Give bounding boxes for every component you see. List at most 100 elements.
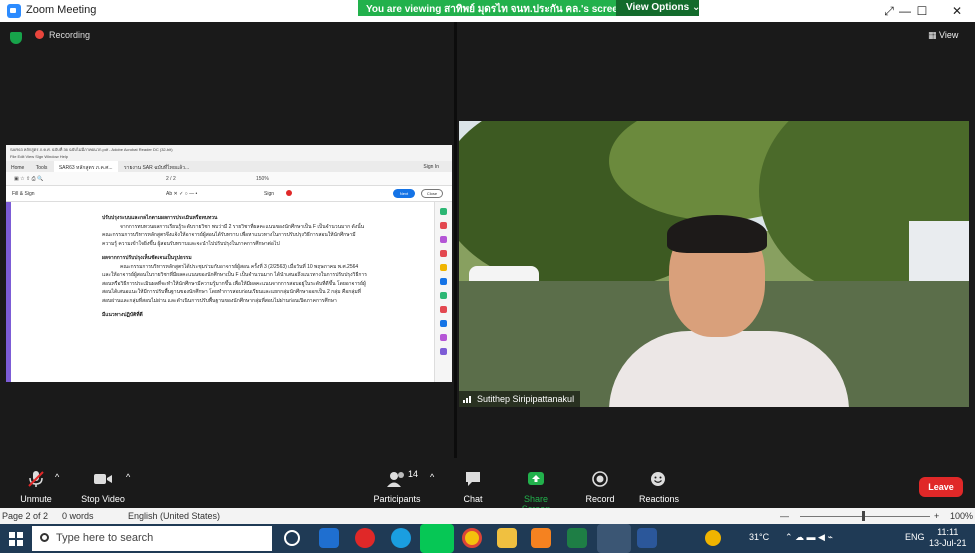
rail-sign-icon <box>440 348 447 355</box>
security-shield-icon[interactable] <box>10 32 22 44</box>
caret-up-icon: ^ <box>430 472 435 482</box>
doc-paragraph-1: จากการทบทวนผลการเรียนรู้ระดับรายวิชา พบว… <box>102 223 365 247</box>
participants-options-caret[interactable]: ^ <box>430 472 434 482</box>
rail-redact-icon <box>440 306 447 313</box>
word-icon[interactable] <box>637 528 657 548</box>
video-person-hair <box>667 215 767 253</box>
close-button[interactable]: ✕ <box>940 0 974 22</box>
zoom-app-icon <box>7 4 21 18</box>
rail-fill-icon <box>440 334 447 341</box>
word-status-bar: Page 2 of 2 0 words English (United Stat… <box>0 508 975 524</box>
color-dot-icon <box>286 190 292 196</box>
doc-heading-1: ปรับปรุงระบบและกลไกตามผลการประเมินหรือทบ… <box>102 215 218 221</box>
acrobat-left-accent <box>6 202 11 382</box>
doc-paragraph-2: คณะกรรมการบริหารหลักสูตรได้ประชุมร่วมกับ… <box>102 263 367 304</box>
view-options-button[interactable]: View Options ⌄ <box>616 0 700 16</box>
window-title: Zoom Meeting <box>26 4 97 16</box>
caret-up-icon: ^ <box>55 472 60 482</box>
reactions-button[interactable]: Reactions <box>639 470 680 504</box>
record-button[interactable]: Record <box>585 470 615 504</box>
rail-compress-icon <box>440 292 447 299</box>
taskbar-clock[interactable]: 11:11 13-Jul-21 <box>929 527 967 549</box>
pdf-document: ปรับปรุงระบบและกลไกตามผลการประเมินหรือทบ… <box>12 202 432 382</box>
edge-icon[interactable] <box>391 528 411 548</box>
stop-video-button[interactable]: Stop Video <box>79 470 127 504</box>
status-words[interactable]: 0 words <box>62 511 94 521</box>
leave-button[interactable]: Leave <box>919 477 963 497</box>
zoom-slider-track[interactable] <box>800 516 930 517</box>
acrobat-toolbar-icons: ▣ ☆ ⇧ ⎙ 🔍 <box>14 176 44 182</box>
fill-sign-bar: Fill & Sign Ab ✕ ✓ ○ — • Sign <box>6 186 452 202</box>
recording-label: Recording <box>49 30 91 40</box>
muted-microphone-icon <box>28 471 44 487</box>
zoom-in-button[interactable]: + <box>934 511 939 521</box>
view-button[interactable]: ▦ View <box>928 30 958 41</box>
shared-screen: SAR63 หลักสูตร ภ.ค.ศ. ฉบับที่ 36 ฉบับไม่… <box>6 145 452 382</box>
maximize-button[interactable]: ☐ <box>905 0 939 22</box>
clock-time: 11:11 <box>937 527 959 537</box>
zoom-out-button[interactable]: — <box>780 511 789 521</box>
input-language[interactable]: ENG <box>905 532 925 542</box>
weather-sun-icon[interactable] <box>705 530 721 546</box>
rail-edit-icon <box>440 236 447 243</box>
line-app-icon[interactable] <box>420 524 454 553</box>
weather-temperature[interactable]: 31°C <box>749 532 769 542</box>
clock-date: 13-Jul-21 <box>929 538 967 548</box>
video-options-caret[interactable]: ^ <box>126 472 130 482</box>
split-divider[interactable] <box>454 22 457 458</box>
fill-tools-icons: Ab ✕ ✓ ○ — • <box>166 191 198 197</box>
meeting-controls <box>0 458 975 508</box>
acrobat-close-button: Close <box>421 189 443 198</box>
participant-name: Sutithep Siripipattanakul <box>477 394 575 404</box>
edge-legacy-icon[interactable] <box>319 528 339 548</box>
stop-video-label: Stop Video <box>81 494 125 504</box>
taskbar-search-placeholder: Type here to search <box>56 532 154 544</box>
cortana-icon[interactable] <box>284 530 300 546</box>
acrobat-next-button: Next <box>393 189 415 198</box>
windows-start-icon[interactable] <box>9 532 23 546</box>
orange-app-icon[interactable] <box>531 528 551 548</box>
audio-options-caret[interactable]: ^ <box>55 472 59 482</box>
rail-create-icon <box>440 222 447 229</box>
status-page[interactable]: Page 2 of 2 <box>2 511 48 521</box>
status-language[interactable]: English (United States) <box>128 511 220 521</box>
zoom-slider-thumb[interactable] <box>862 511 865 521</box>
share-screen-icon <box>528 472 544 485</box>
opera-icon[interactable] <box>355 528 375 548</box>
participants-button[interactable]: 14 Participants <box>372 469 422 504</box>
record-label: Record <box>585 494 615 504</box>
rail-export-icon <box>440 208 447 215</box>
acrobat-tools-rail <box>434 202 452 382</box>
participant-video[interactable]: Sutithep Siripipattanakul <box>459 121 969 407</box>
acrobat-zoom-value: 150% <box>256 176 269 182</box>
rail-comment-icon <box>440 264 447 271</box>
tray-icons[interactable]: ⌃ ☁ ▬ ◀ ⌁ <box>785 532 833 543</box>
chat-label: Chat <box>463 494 483 504</box>
doc-heading-3: มีแนวทางปฏิบัติที่ดี <box>102 312 143 318</box>
excel-icon[interactable] <box>567 528 587 548</box>
recording-dot-icon <box>35 30 44 39</box>
doc-heading-2: ผลจากการปรับปรุงเห็นชัดเจนเป็นรูปธรรม <box>102 255 192 261</box>
status-zoom-value[interactable]: 100% <box>950 511 973 521</box>
fill-sign-label: Fill & Sign <box>12 191 35 197</box>
participants-label: Participants <box>373 494 421 504</box>
acrobat-toolbar: ▣ ☆ ⇧ ⎙ 🔍 2 / 2 150% <box>6 172 452 186</box>
chat-button[interactable]: Chat <box>460 470 486 504</box>
chrome-icon[interactable] <box>462 528 482 548</box>
participants-icon <box>387 472 404 487</box>
search-icon <box>40 533 49 542</box>
recording-indicator[interactable]: Recording <box>35 30 90 44</box>
share-banner-message: You are viewing สาทิพย์ มุดรไท จนท.ประกั… <box>366 4 624 15</box>
unmute-label: Unmute <box>20 494 52 504</box>
rail-combine-icon <box>440 250 447 257</box>
file-explorer-icon[interactable] <box>497 528 517 548</box>
acrobat-tabs: Home Tools SAR63 หลักสูตร ภ.ค.ศ... รายงา… <box>6 161 452 175</box>
reactions-label: Reactions <box>639 494 680 504</box>
zoom-taskbar-icon[interactable] <box>597 524 631 553</box>
grid-icon: ▦ <box>928 30 940 40</box>
acrobat-title: SAR63 หลักสูตร ภ.ค.ศ. ฉบับที่ 36 ฉบับไม่… <box>6 145 452 153</box>
taskbar-search-box[interactable]: Type here to search <box>32 526 272 551</box>
view-button-label: View <box>939 30 959 40</box>
participant-name-tag: Sutithep Siripipattanakul <box>459 391 581 407</box>
unmute-button[interactable]: Unmute <box>18 470 54 504</box>
